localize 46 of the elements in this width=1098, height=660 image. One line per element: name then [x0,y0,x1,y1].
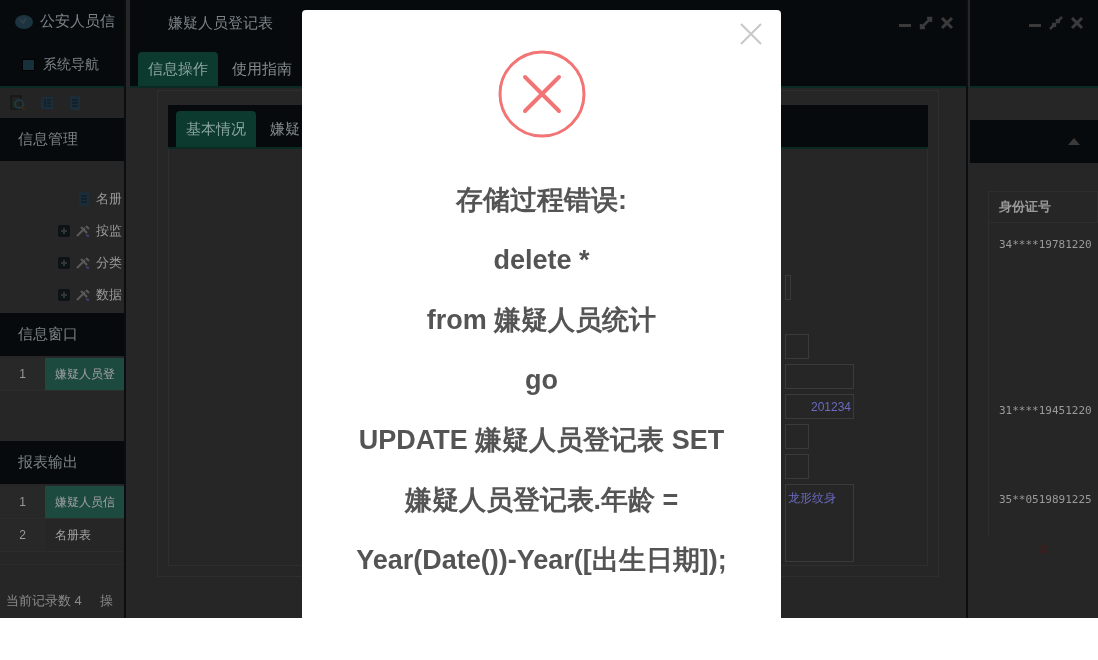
error-message: 存储过程错误: [456,184,627,217]
search-icon[interactable] [10,95,26,111]
tab[interactable]: 使用指南 [222,52,302,86]
error-message: UPDATE 嫌疑人员登记表 SET [358,424,725,457]
expand-icon[interactable] [58,289,70,301]
tab[interactable]: 基本情况 [176,111,256,147]
panel-header[interactable]: 报表输出 [0,441,124,484]
column-header: 身份证号 [988,191,1098,223]
status-text: 操 [99,591,113,610]
close-icon[interactable] [940,16,954,30]
logo-icon [14,13,34,30]
table-cell-text: 35**0519891225 [999,492,1092,508]
nav-tab[interactable]: 系统导航 [43,54,99,75]
tools-icon [76,257,90,269]
tools-icon [76,289,90,301]
error-message: 嫌疑人员登记表.年龄 = [404,484,679,517]
tree-item[interactable]: 按监 [96,221,122,241]
window-title: 嫌疑人员登记表 [168,12,273,33]
error-icon [497,50,586,138]
status-text: 当前记录数 4 [6,591,82,610]
close-icon[interactable] [1070,16,1084,30]
expand-icon[interactable] [58,257,70,269]
tree-item[interactable]: 数据 [96,285,122,305]
error-message: go [525,364,558,397]
panel-header[interactable]: 信息窗口 [0,313,124,356]
text-area[interactable]: 龙形纹身 [785,484,854,562]
app-title: 公安人员信 [40,11,115,32]
error-message: from 嫌疑人员统计 [426,304,657,337]
list-row[interactable]: 嫌疑人员信 [45,486,124,518]
caret-up-icon[interactable] [1068,138,1080,145]
tools-icon [76,225,90,237]
maximize-icon[interactable] [918,15,934,31]
error-message: Year(Date())-Year([出生日期]); [356,544,727,577]
restore-icon[interactable] [1048,15,1064,31]
table-cell-text: 34****19781220 [999,237,1092,253]
input-field[interactable]: 201234 [785,394,854,419]
list-row[interactable]: 嫌疑人员登 [45,358,124,390]
window-icon [22,58,35,71]
table-cell-text: 31****19451220 [999,403,1092,419]
panel-header[interactable]: 信息管理 [0,118,124,161]
error-message: delete * [493,244,590,277]
tree-item[interactable]: 名册 [96,189,122,209]
panel-header[interactable] [970,120,1098,163]
expand-icon[interactable] [58,225,70,237]
tree-item[interactable]: 分类 [96,253,122,273]
tab[interactable]: 信息操作 [138,52,218,86]
